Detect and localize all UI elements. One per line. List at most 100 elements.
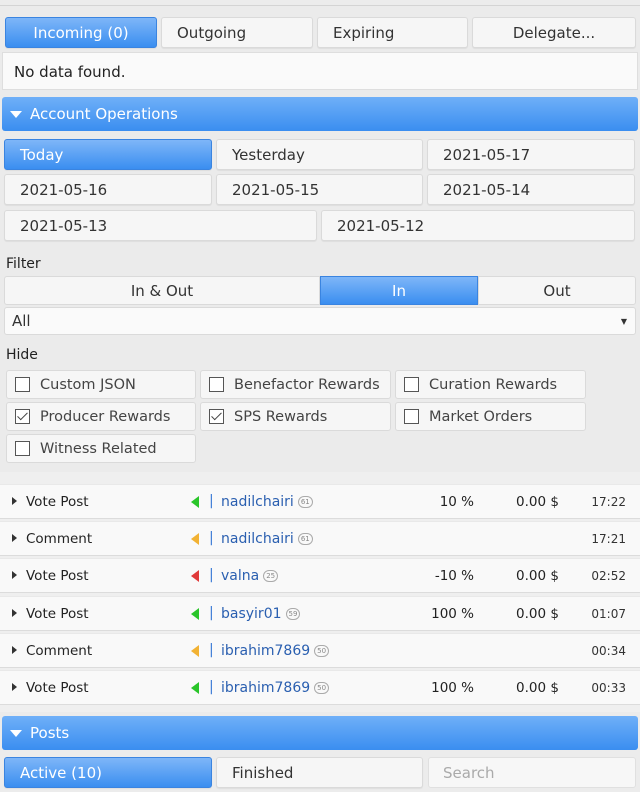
downvote-flag-icon xyxy=(191,570,199,582)
operation-row[interactable]: Vote Post | valna 25 -10 % 0.00 $ 02:52 xyxy=(0,558,640,593)
date-button-2021-05-12[interactable]: 2021-05-12 xyxy=(321,210,635,241)
reputation-badge: 50 xyxy=(314,682,330,694)
date-button-2021-05-17[interactable]: 2021-05-17 xyxy=(427,139,635,170)
operation-user-link[interactable]: nadilchairi 61 xyxy=(221,494,313,510)
date-button-2021-05-14[interactable]: 2021-05-14 xyxy=(427,174,635,205)
hide-curation-rewards[interactable]: Curation Rewards xyxy=(395,370,586,399)
vote-percent: 10 % xyxy=(439,494,474,510)
posts-search-input[interactable]: Search xyxy=(428,757,636,788)
vote-flag-icon xyxy=(191,608,199,620)
operation-row[interactable]: Comment | nadilchairi 61 17:21 xyxy=(0,521,640,556)
operation-type: Vote Post xyxy=(26,606,89,622)
hide-option-label: Witness Related xyxy=(40,440,157,457)
account-operations-header[interactable]: Account Operations xyxy=(2,97,638,131)
hide-witness-related[interactable]: Witness Related xyxy=(6,434,196,463)
date-button-2021-05-13[interactable]: 2021-05-13 xyxy=(4,210,317,241)
vote-percent: 100 % xyxy=(431,606,474,622)
operation-type: Vote Post xyxy=(26,680,89,696)
operation-user-link[interactable]: ibrahim7869 50 xyxy=(221,643,330,659)
comment-flag-icon xyxy=(191,533,199,545)
no-data-text: No data found. xyxy=(14,63,126,81)
reputation-badge: 50 xyxy=(314,645,330,657)
operation-user-link[interactable]: ibrahim7869 50 xyxy=(221,680,330,696)
checkbox-checked-icon[interactable] xyxy=(15,409,30,424)
separator: | xyxy=(209,493,214,509)
operation-row[interactable]: Vote Post | ibrahim7869 50 100 % 0.00 $ 0… xyxy=(0,670,640,705)
hide-option-label: Benefactor Rewards xyxy=(234,376,380,393)
expand-caret-icon[interactable] xyxy=(12,646,17,654)
tab-outgoing[interactable]: Outgoing xyxy=(161,17,313,48)
reputation-badge: 61 xyxy=(297,496,313,508)
separator: | xyxy=(209,679,214,695)
checkbox-icon[interactable] xyxy=(404,409,419,424)
filter-in[interactable]: In xyxy=(320,276,478,305)
date-button-yesterday[interactable]: Yesterday xyxy=(216,139,423,170)
hide-producer-rewards[interactable]: Producer Rewards xyxy=(6,402,196,431)
separator: | xyxy=(209,530,214,546)
expand-caret-icon[interactable] xyxy=(12,497,17,505)
operation-time: 02:52 xyxy=(591,569,626,583)
hide-market-orders[interactable]: Market Orders xyxy=(395,402,586,431)
filter-label: Filter xyxy=(6,256,41,272)
operation-row[interactable]: Comment | ibrahim7869 50 00:34 xyxy=(0,633,640,668)
account-operations-title: Account Operations xyxy=(30,105,178,123)
operation-time: 00:33 xyxy=(591,681,626,695)
separator: | xyxy=(209,642,214,658)
operation-type: Comment xyxy=(26,643,93,659)
hide-custom-json[interactable]: Custom JSON xyxy=(6,370,196,399)
expand-caret-icon[interactable] xyxy=(12,609,17,617)
vote-flag-icon xyxy=(191,682,199,694)
reputation-badge: 25 xyxy=(263,570,279,582)
hide-sps-rewards[interactable]: SPS Rewards xyxy=(200,402,391,431)
date-button-2021-05-15[interactable]: 2021-05-15 xyxy=(216,174,423,205)
operation-time: 00:34 xyxy=(591,644,626,658)
checkbox-icon[interactable] xyxy=(15,441,30,456)
operation-user-link[interactable]: basyir01 59 xyxy=(221,606,301,622)
top-divider xyxy=(0,0,640,6)
comment-flag-icon xyxy=(191,645,199,657)
hide-option-label: Curation Rewards xyxy=(429,376,558,393)
checkbox-icon[interactable] xyxy=(15,377,30,392)
operation-user-link[interactable]: nadilchairi 61 xyxy=(221,531,313,547)
tab-active-posts[interactable]: Active (10) xyxy=(4,757,212,788)
checkbox-checked-icon[interactable] xyxy=(209,409,224,424)
tab-expiring[interactable]: Expiring xyxy=(317,17,468,48)
vote-percent: -10 % xyxy=(434,568,474,584)
date-button-today[interactable]: Today xyxy=(4,139,212,170)
operation-user-link[interactable]: valna 25 xyxy=(221,568,279,584)
tab-finished-posts[interactable]: Finished xyxy=(216,757,423,788)
vote-flag-icon xyxy=(191,496,199,508)
hide-option-label: Custom JSON xyxy=(40,376,136,393)
collapse-triangle-icon xyxy=(10,729,22,737)
collapse-triangle-icon xyxy=(10,110,22,118)
vote-amount: 0.00 $ xyxy=(516,494,559,510)
hide-benefactor-rewards[interactable]: Benefactor Rewards xyxy=(200,370,391,399)
separator: | xyxy=(209,605,214,621)
expand-caret-icon[interactable] xyxy=(12,683,17,691)
vote-percent: 100 % xyxy=(431,680,474,696)
operation-row[interactable]: Vote Post | nadilchairi 61 10 % 0.00 $ 17… xyxy=(0,484,640,519)
operation-time: 17:21 xyxy=(591,532,626,546)
vote-amount: 0.00 $ xyxy=(516,680,559,696)
separator: | xyxy=(209,567,214,583)
filter-in-out[interactable]: In & Out xyxy=(4,276,320,305)
operation-type-select[interactable]: All ▼ xyxy=(4,307,636,335)
date-button-2021-05-16[interactable]: 2021-05-16 xyxy=(4,174,212,205)
operation-row[interactable]: Vote Post | basyir01 59 100 % 0.00 $ 01:0… xyxy=(0,596,640,631)
tab-incoming[interactable]: Incoming (0) xyxy=(5,17,157,48)
reputation-badge: 59 xyxy=(285,608,301,620)
expand-caret-icon[interactable] xyxy=(12,534,17,542)
operation-type: Comment xyxy=(26,531,93,547)
tab-delegate[interactable]: Delegate... xyxy=(472,17,636,48)
reputation-badge: 61 xyxy=(297,533,313,545)
filter-out[interactable]: Out xyxy=(478,276,636,305)
posts-header[interactable]: Posts xyxy=(2,716,638,750)
operation-type: Vote Post xyxy=(26,494,89,510)
operation-type: Vote Post xyxy=(26,568,89,584)
operation-time: 01:07 xyxy=(591,607,626,621)
expand-caret-icon[interactable] xyxy=(12,571,17,579)
hide-label: Hide xyxy=(6,347,38,363)
vote-amount: 0.00 $ xyxy=(516,568,559,584)
checkbox-icon[interactable] xyxy=(209,377,224,392)
checkbox-icon[interactable] xyxy=(404,377,419,392)
